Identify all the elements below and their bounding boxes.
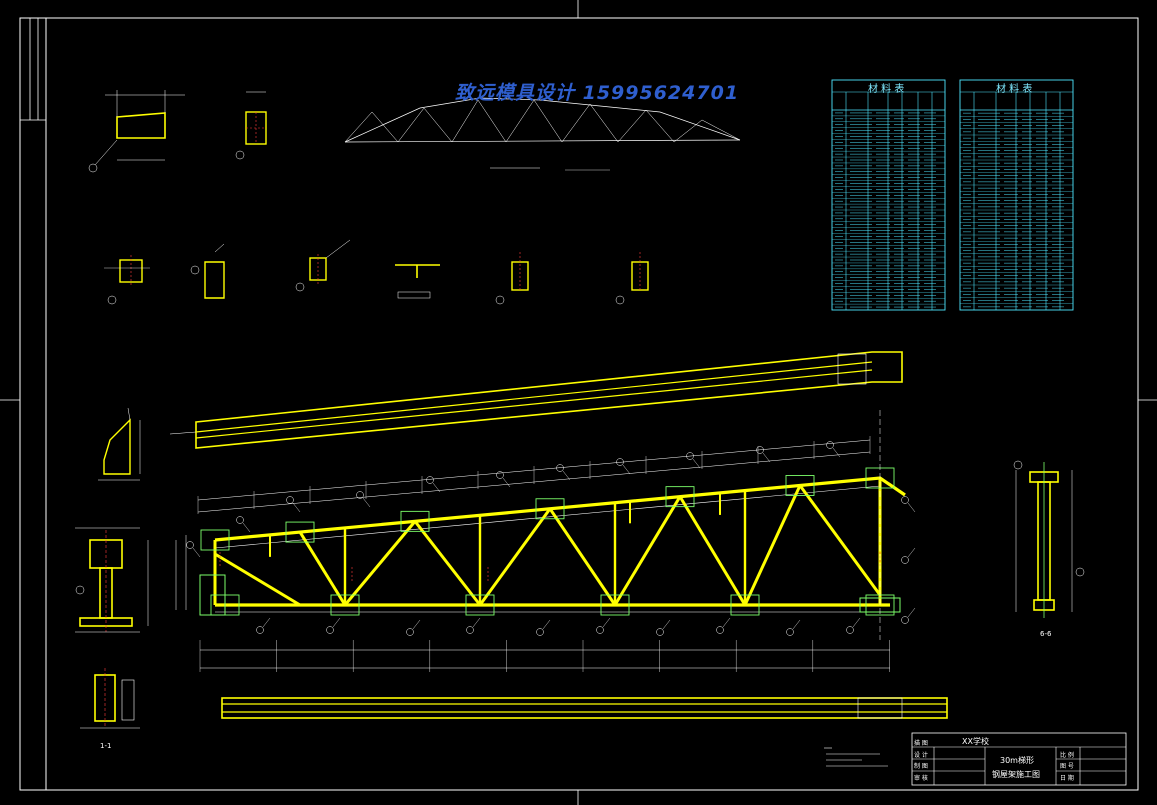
callout-bubble: [256, 626, 264, 634]
callout-bubble: [716, 626, 724, 634]
callout-leader: [292, 502, 301, 513]
callout-leader: [852, 617, 861, 628]
callout-bubble: [536, 628, 544, 636]
callout-bubble: [901, 556, 909, 564]
truss-diagonal-4: [413, 520, 482, 606]
title-left-label-1: 设 计: [914, 751, 928, 759]
callout-leader: [792, 619, 801, 630]
truss-diagonal-10: [798, 484, 882, 596]
plate-detail-small: [235, 91, 267, 160]
callout-bubble: [426, 476, 434, 484]
title-block: XX学校 30m梯形 钢屋架施工图 设 计 制 图 审 核 描 图 比 例 图 …: [911, 732, 1127, 786]
section-label-6-6: 6-6: [1040, 630, 1052, 638]
callout-leader: [242, 522, 251, 533]
title-line-2: 钢屋架施工图: [992, 769, 1040, 779]
callout-leader: [722, 617, 731, 628]
truss-diagonal-3: [343, 520, 417, 606]
callout-bubble: [826, 441, 834, 449]
callout-bubble: [236, 516, 244, 524]
truss-diagonal-9: [743, 484, 802, 606]
truss-diagonal-5: [478, 507, 552, 606]
callout-leader: [692, 458, 701, 469]
callout-bubble: [496, 471, 504, 479]
callout-leader: [192, 547, 201, 558]
callout-bubble: [406, 628, 414, 636]
section-6-6: 6-6: [1013, 460, 1085, 638]
truss-top-chord-inner: [214, 485, 881, 549]
plate-detail-top: [88, 90, 185, 173]
watermark-text: 致远模具设计 15995624701: [455, 82, 740, 104]
general-notes: [824, 747, 888, 767]
callout-leader: [907, 502, 916, 513]
callout-leader: [907, 607, 916, 618]
title-school: XX学校: [962, 736, 989, 746]
callout-leader: [562, 470, 571, 481]
callout-bubble: [846, 626, 854, 634]
material-table-1: [831, 79, 946, 311]
truss-diagonal-2: [298, 531, 347, 606]
callout-bubble: [286, 496, 294, 504]
callout-bubble: [186, 541, 194, 549]
cad-drawing: 1-1 6-6 XX学校 30m梯形 钢屋架施工图 设 计 制 图 审 核 描 …: [0, 0, 1157, 805]
section-label-1-1: 1-1: [100, 742, 111, 750]
title-right-label-3: 日 期: [1060, 774, 1074, 782]
material-table-2: [959, 79, 1074, 311]
truss-diagonal-1: [214, 552, 301, 607]
callout-bubble: [786, 628, 794, 636]
callout-leader: [412, 619, 421, 630]
section-1-1: 1-1: [80, 668, 140, 750]
callout-bubble: [326, 626, 334, 634]
callout-leader: [662, 619, 671, 630]
callout-bubble: [466, 626, 474, 634]
title-right-label-2: 图 号: [1060, 763, 1074, 770]
callout-bubble: [901, 616, 909, 624]
callout-leader: [622, 464, 631, 475]
callout-bubble: [596, 626, 604, 634]
callout-bubble: [901, 496, 909, 504]
callout-bubble: [656, 628, 664, 636]
truss-diagonal-8: [678, 495, 747, 606]
callout-leader: [762, 452, 771, 463]
support-section-left: [75, 527, 149, 633]
callout-leader: [502, 477, 511, 488]
bottom-chord-member: [221, 697, 948, 719]
top-chord-member: [169, 351, 903, 449]
sheet-border: [19, 17, 1139, 791]
callout-leader: [472, 617, 481, 628]
callout-leader: [542, 619, 551, 630]
material-table-1-title: 材 料 表: [868, 84, 905, 95]
title-left-label-2: 制 图: [914, 762, 928, 770]
callout-leader: [262, 617, 271, 628]
table-frame: [831, 79, 946, 311]
main-truss-elevation: [175, 410, 916, 672]
truss-geometry-sketch: [344, 97, 741, 171]
title-line-1: 30m梯形: [1000, 755, 1034, 765]
truss-diagonal-7: [613, 495, 682, 606]
callout-leader: [362, 497, 371, 508]
callout-leader: [907, 547, 916, 558]
callout-leader: [332, 617, 341, 628]
title-right-label-1: 比 例: [1060, 751, 1074, 759]
section-details-row: [104, 239, 649, 305]
title-left-label-3: 审 核: [914, 774, 928, 782]
material-table-2-title: 材 料 表: [996, 84, 1033, 95]
callout-leader: [832, 447, 841, 458]
end-detail-left: [98, 407, 141, 481]
callout-leader: [602, 617, 611, 628]
title-left-label-4: 描 图: [914, 739, 928, 747]
truss-diagonal-6: [548, 507, 617, 606]
